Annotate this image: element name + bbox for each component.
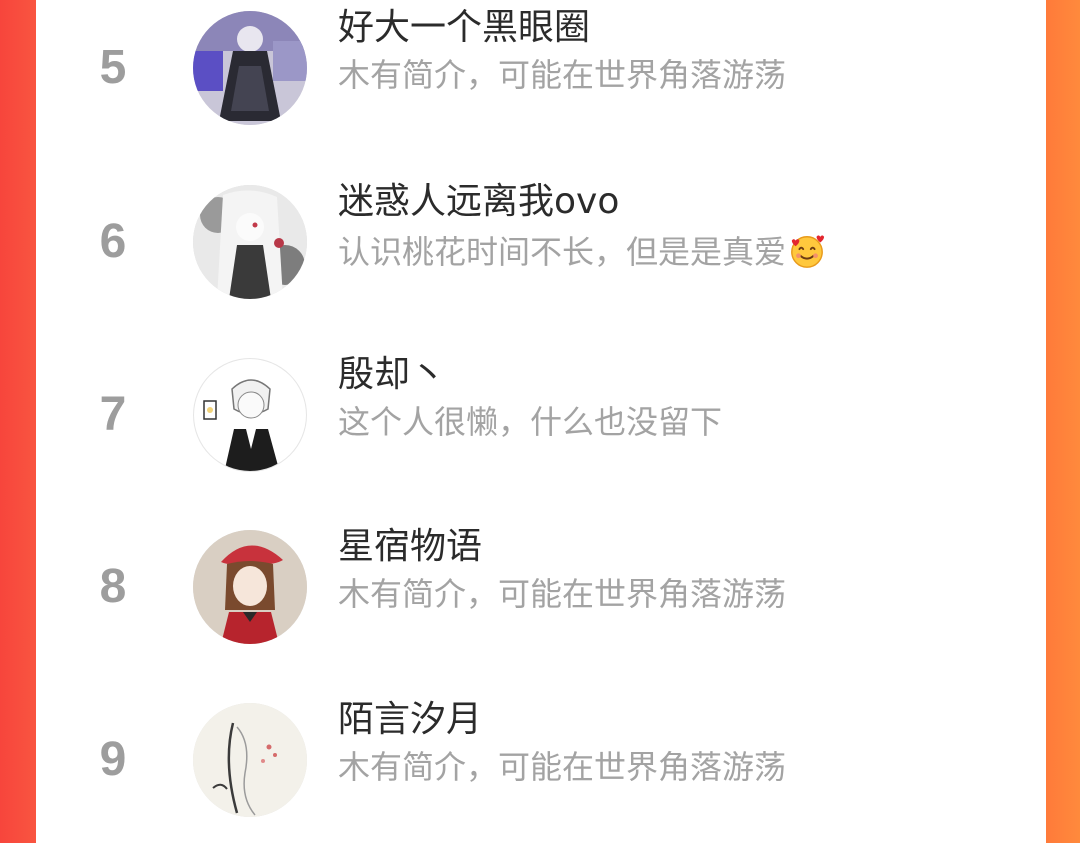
rank-number: 6 bbox=[99, 215, 127, 268]
rank-number: 8 bbox=[99, 560, 127, 613]
rank-number: 9 bbox=[99, 733, 127, 786]
rank-number: 7 bbox=[99, 388, 127, 441]
list-item[interactable]: 6 迷惑人远离我ovo 认识桃花时间不长，但是是真爱 bbox=[36, 162, 1046, 322]
user-bio: 这个人很懒，什么也没留下 bbox=[338, 403, 723, 441]
user-bio: 木有简介，可能在世界角落游荡 bbox=[338, 748, 787, 786]
user-name[interactable]: 殷却丶 bbox=[338, 355, 446, 395]
user-name[interactable]: 星宿物语 bbox=[338, 527, 482, 567]
avatar[interactable] bbox=[193, 11, 307, 125]
list-item[interactable]: 5 好大一个黑眼圈 木有简介，可能在世界角落游荡 bbox=[36, 0, 1046, 148]
ranking-list: 5 好大一个黑眼圈 木有简介，可能在世界角落游荡 6 迷惑人远离我ovo 认识桃… bbox=[36, 0, 1046, 843]
user-bio: 认识桃花时间不长，但是是真爱 bbox=[338, 232, 826, 270]
list-item[interactable]: 9 陌言汐月 木有简介，可能在世界角落游荡 bbox=[36, 680, 1046, 840]
user-bio: 木有简介，可能在世界角落游荡 bbox=[338, 56, 787, 94]
user-name[interactable]: 迷惑人远离我ovo bbox=[338, 182, 619, 222]
avatar[interactable] bbox=[193, 703, 307, 817]
avatar[interactable] bbox=[193, 185, 307, 299]
list-item[interactable]: 7 殷却丶 这个人很懒，什么也没留下 bbox=[36, 335, 1046, 495]
avatar[interactable] bbox=[193, 530, 307, 644]
user-bio: 木有简介，可能在世界角落游荡 bbox=[338, 575, 787, 613]
user-name[interactable]: 好大一个黑眼圈 bbox=[338, 8, 590, 48]
list-item[interactable]: 8 星宿物语 木有简介，可能在世界角落游荡 bbox=[36, 507, 1046, 667]
rank-number: 5 bbox=[99, 41, 127, 94]
user-bio-text: 认识桃花时间不长，但是是真爱 bbox=[338, 233, 787, 271]
avatar[interactable] bbox=[193, 358, 307, 472]
smiling-face-with-hearts-icon bbox=[791, 235, 825, 268]
user-name[interactable]: 陌言汐月 bbox=[338, 700, 482, 740]
